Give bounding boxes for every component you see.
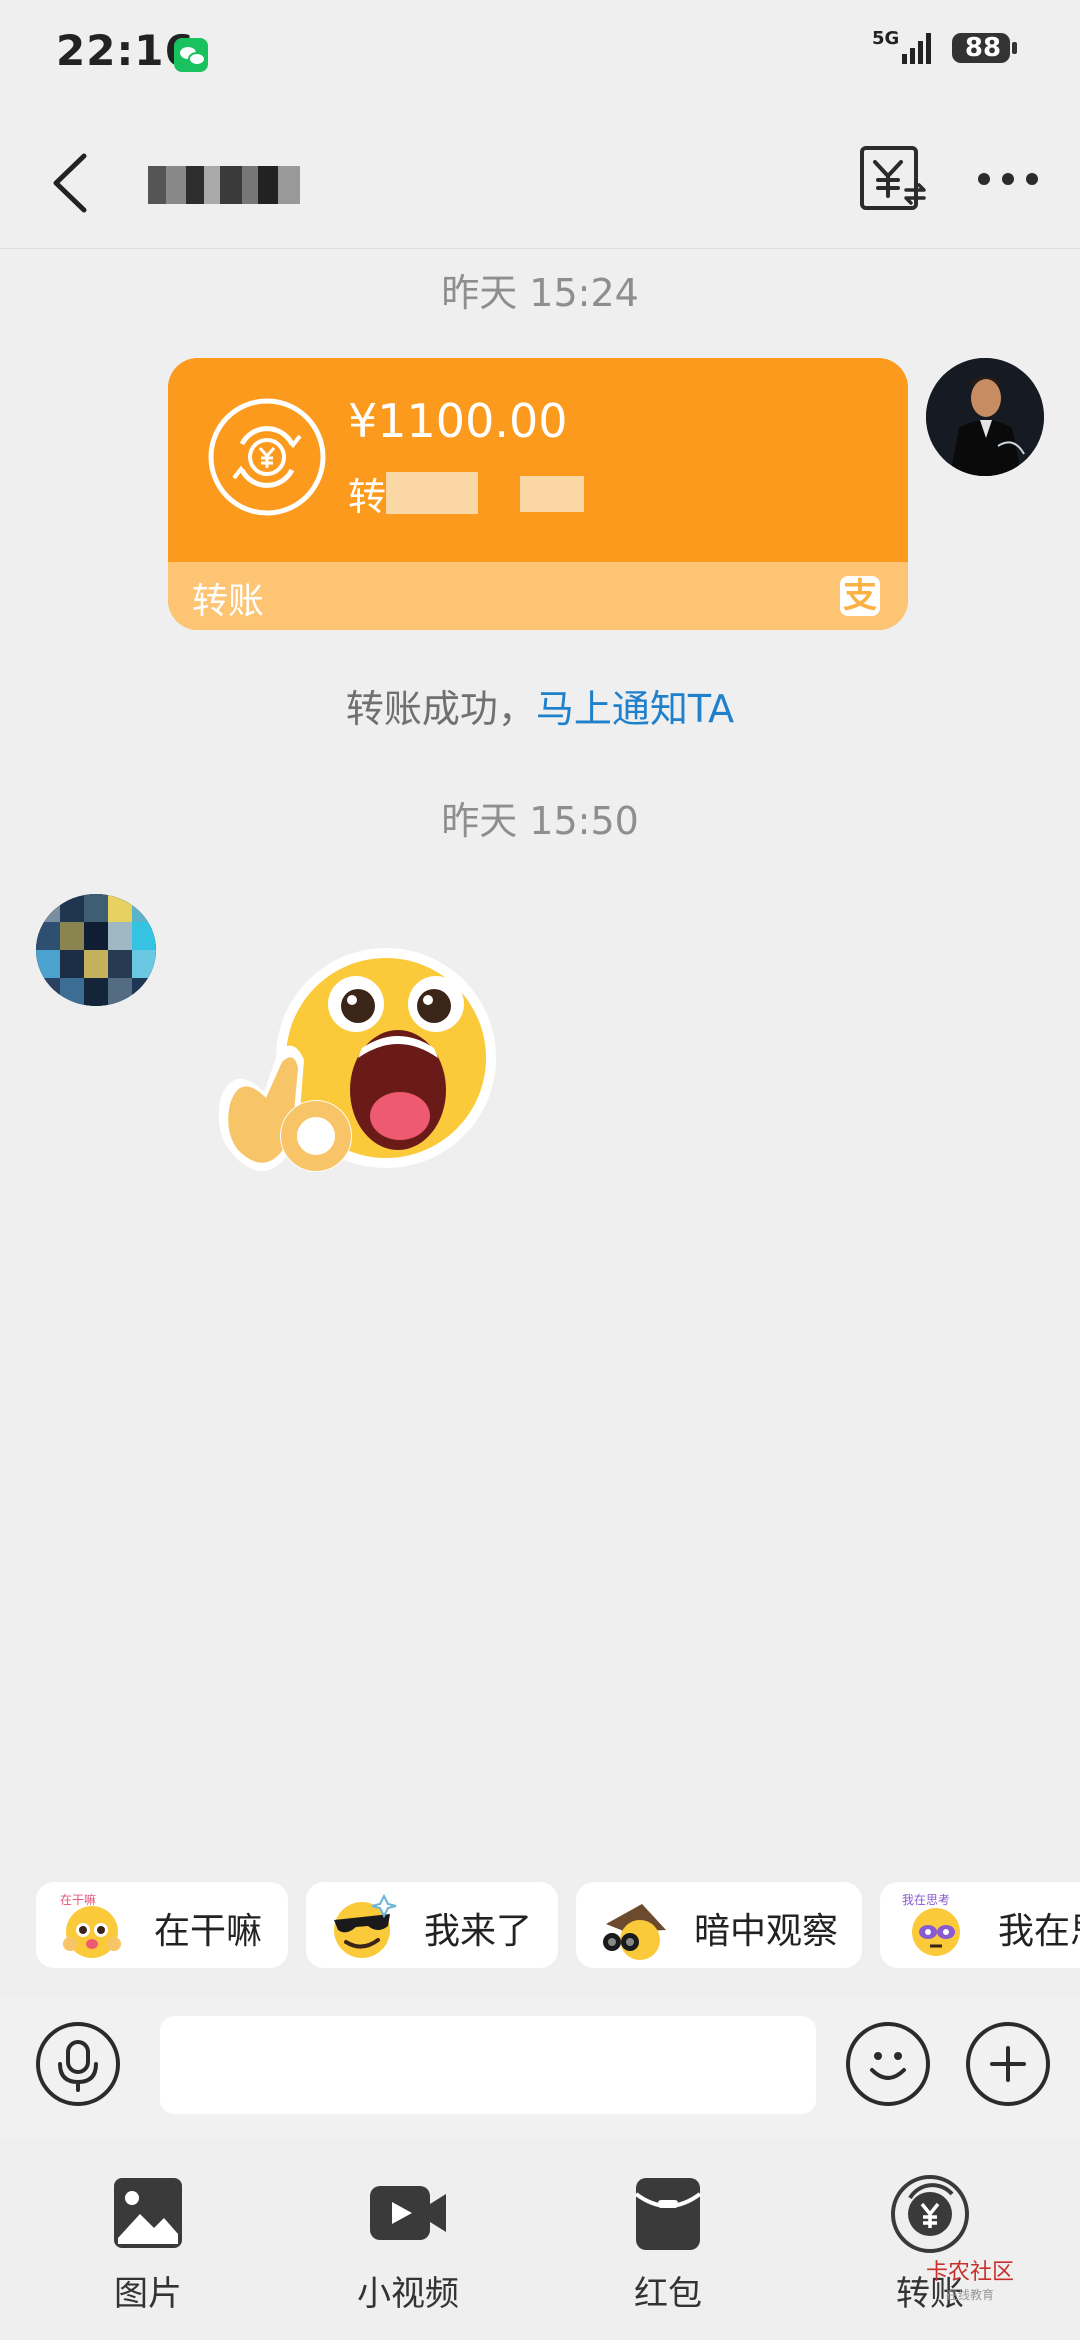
video-icon	[370, 2186, 446, 2240]
nav-divider	[0, 248, 1080, 249]
message-input[interactable]	[160, 2016, 816, 2114]
smiley-icon	[870, 2052, 906, 2080]
quick-reply-chip[interactable]: 我在思考 我在思	[880, 1882, 1080, 1968]
back-button[interactable]	[46, 150, 98, 216]
transfer-success-text: 转账成功，	[345, 687, 536, 731]
image-icon	[114, 2178, 182, 2248]
chip-emoji-text: 我在思考	[902, 1893, 950, 1907]
watermark-title: 卡农社区	[926, 2260, 1015, 2285]
more-actions-button[interactable]	[966, 2022, 1050, 2106]
quick-reply-chip[interactable]: 暗中观察	[576, 1882, 862, 1968]
quick-reply-label: 我在思	[998, 1911, 1080, 1952]
thinking-emoji-icon: 我在思考	[902, 1893, 960, 1956]
plus-icon	[990, 2046, 1026, 2082]
transfer-icon	[891, 2175, 969, 2253]
quick-reply-bar: 在干嘛 在干嘛 我来了 暗中观察 我在思考 我在思	[0, 1848, 1080, 1998]
peeking-emoji-icon	[603, 1904, 666, 1960]
my-avatar[interactable]	[926, 358, 1044, 476]
contact-name-pixelated	[148, 166, 300, 204]
tool-label: 小视频	[357, 2274, 459, 2314]
microphone-icon	[58, 2040, 98, 2092]
contact-avatar-pixelated[interactable]	[36, 894, 156, 1006]
quick-reply-chip[interactable]: 我来了	[306, 1882, 558, 1968]
voice-input-button[interactable]	[36, 2022, 120, 2106]
notify-link[interactable]: 马上通知TA	[536, 687, 734, 731]
redacted-note-part	[386, 472, 478, 514]
transfer-message-card[interactable]: ¥1100.00 转 转账 支	[168, 358, 908, 630]
red-packet-icon	[634, 2178, 702, 2250]
more-options-button[interactable]	[976, 168, 1040, 190]
message-timestamp: 昨天 15:50	[441, 799, 639, 843]
message-timestamp: 昨天 15:24	[441, 271, 639, 315]
network-type: 5G	[872, 28, 900, 49]
quick-reply-label: 我来了	[424, 1911, 533, 1952]
transfer-success-row: 转账成功，马上通知TA	[0, 678, 1080, 733]
sunglasses-emoji-icon	[334, 1893, 397, 1958]
redacted-note-part	[520, 476, 584, 512]
transfer-label: 转账	[192, 581, 265, 622]
transfer-bill-button[interactable]	[858, 144, 928, 214]
emoji-button[interactable]	[846, 2022, 930, 2106]
transfer-card-footer	[168, 562, 908, 630]
chip-emoji-text: 在干嘛	[60, 1892, 96, 1907]
alipay-icon: 支	[840, 576, 880, 616]
transfer-note: 转	[348, 475, 387, 519]
quick-reply-label: 暗中观察	[694, 1911, 839, 1952]
watermark: 卡农社区 在线教育	[926, 2254, 1014, 2303]
tool-red-packet[interactable]: 红包	[588, 2174, 748, 2314]
shocked-ok-emoji-sticker[interactable]	[208, 940, 518, 1220]
quick-reply-chip[interactable]: 在干嘛 在干嘛	[36, 1882, 288, 1968]
watermark-subtitle: 在线教育	[946, 2288, 995, 2302]
busy-emoji-icon: 在干嘛	[60, 1892, 121, 1958]
tool-image[interactable]: 图片	[68, 2174, 228, 2314]
wechat-notification-icon	[174, 38, 208, 72]
quick-reply-label: 在干嘛	[154, 1911, 263, 1952]
tool-video[interactable]: 小视频	[328, 2174, 488, 2314]
transfer-yuan-icon	[208, 398, 326, 516]
tool-label: 红包	[634, 2274, 702, 2314]
transfer-amount: ¥1100.00	[348, 394, 568, 448]
battery-level: 88	[964, 33, 1002, 63]
signal-icon	[902, 33, 931, 64]
tool-label: 图片	[114, 2274, 182, 2314]
